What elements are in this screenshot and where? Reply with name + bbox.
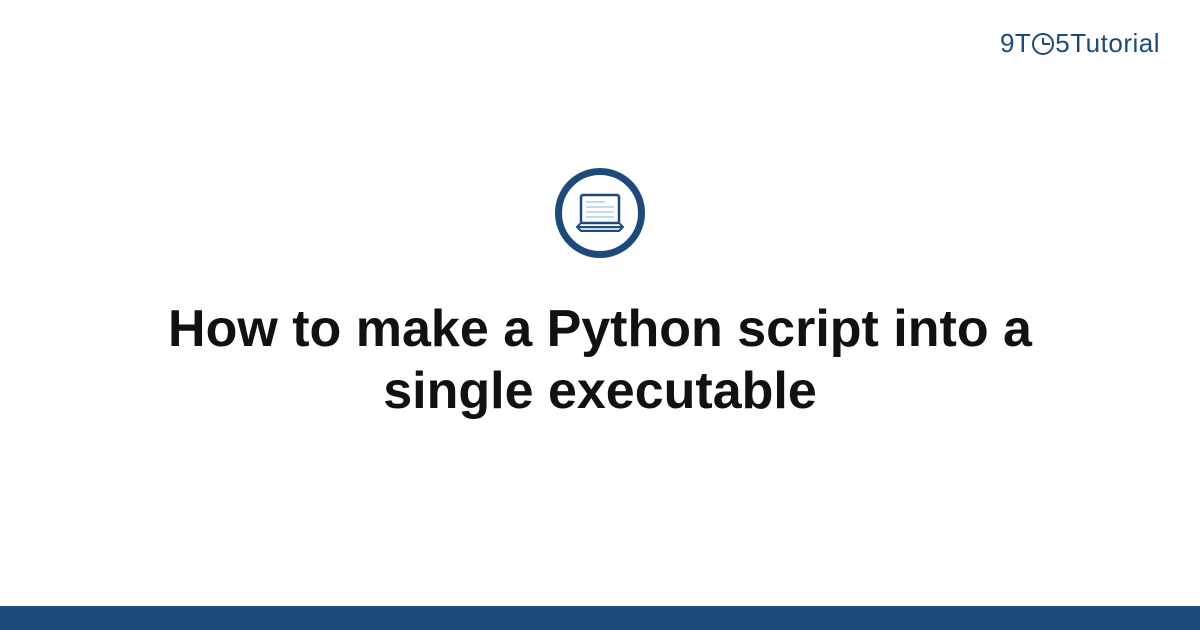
laptop-svg-icon	[575, 193, 625, 233]
footer-bar	[0, 606, 1200, 630]
main-content: How to make a Python script into a singl…	[0, 0, 1200, 630]
page-title: How to make a Python script into a singl…	[100, 298, 1100, 423]
laptop-icon	[555, 168, 645, 258]
icon-wrapper	[555, 168, 645, 258]
